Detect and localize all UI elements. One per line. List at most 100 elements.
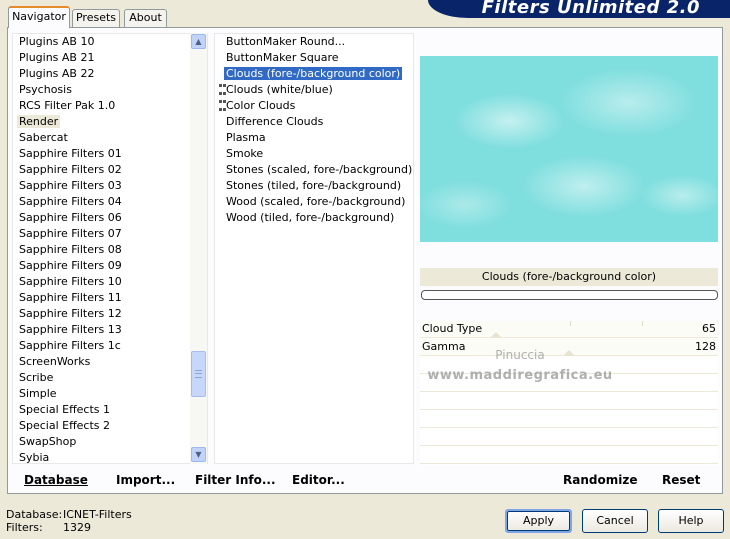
filter-item[interactable]: ButtonMaker Round...: [215, 34, 413, 50]
filter-item[interactable]: Wood (scaled, fore-/background): [215, 194, 413, 210]
category-item[interactable]: Sapphire Filters 12: [13, 306, 191, 322]
tab-navigator[interactable]: Navigator: [8, 6, 70, 28]
filters-count-value: 1329: [63, 521, 91, 534]
database-label: Database:: [6, 508, 63, 521]
randomize-button[interactable]: Randomize: [563, 472, 637, 488]
param-name: Cloud Type: [422, 322, 483, 335]
filter-item[interactable]: Stones (scaled, fore-/background): [215, 162, 413, 178]
filter-item-label: ButtonMaker Square: [226, 51, 339, 64]
filter-item-label: Smoke: [226, 147, 264, 160]
category-item[interactable]: Sapphire Filters 03: [13, 178, 191, 194]
category-item-label: Plugins AB 10: [19, 35, 95, 48]
param-value: 128: [695, 340, 716, 353]
category-item-label: Simple: [19, 387, 57, 400]
param-row-cloud-type[interactable]: Cloud Type 65: [420, 321, 718, 338]
filter-item[interactable]: Clouds (white/blue): [215, 82, 413, 98]
category-item[interactable]: Sapphire Filters 07: [13, 226, 191, 242]
category-scrollbar[interactable]: ▲ ▼: [190, 33, 207, 464]
category-item[interactable]: Sapphire Filters 13: [13, 322, 191, 338]
drag-handle-icon: [219, 84, 223, 95]
filter-item-label: Clouds (fore-/background color): [224, 67, 403, 80]
database-button[interactable]: Database: [24, 472, 88, 488]
category-item[interactable]: Sapphire Filters 11: [13, 290, 191, 306]
category-list[interactable]: Plugins AB 10 Plugins AB 21 Plugins AB 22 P…: [12, 33, 208, 464]
category-item[interactable]: Special Effects 1: [13, 402, 191, 418]
category-item[interactable]: Simple: [13, 386, 191, 402]
apply-button[interactable]: Apply: [505, 509, 572, 533]
category-item-label: Plugins AB 22: [19, 67, 95, 80]
import-button[interactable]: Import...: [116, 472, 175, 488]
cancel-button[interactable]: Cancel: [582, 509, 648, 533]
category-item[interactable]: Sapphire Filters 04: [13, 194, 191, 210]
category-item-label: ScreenWorks: [19, 355, 91, 368]
scroll-up-button[interactable]: ▲: [191, 34, 206, 49]
category-item[interactable]: Render: [13, 114, 191, 130]
filter-item-label: Clouds (white/blue): [226, 83, 333, 96]
scroll-down-button[interactable]: ▼: [191, 447, 206, 462]
filter-item-label: ButtonMaker Round...: [226, 35, 346, 48]
filter-item[interactable]: Color Clouds: [215, 98, 413, 114]
category-item-label: Plugins AB 21: [19, 51, 95, 64]
category-item-label: Render: [17, 115, 61, 128]
param-row-empty: [420, 447, 718, 464]
category-item[interactable]: Scribe: [13, 370, 191, 386]
filter-item[interactable]: Wood (tiled, fore-/background): [215, 210, 413, 226]
category-item[interactable]: Psychosis: [13, 82, 191, 98]
category-item-label: Sapphire Filters 1c: [19, 339, 121, 352]
category-item[interactable]: Sapphire Filters 06: [13, 210, 191, 226]
reset-button[interactable]: Reset: [662, 472, 700, 488]
filter-item[interactable]: Plasma: [215, 130, 413, 146]
category-item[interactable]: Sapphire Filters 09: [13, 258, 191, 274]
category-item[interactable]: Sabercat: [13, 130, 191, 146]
category-item[interactable]: Sapphire Filters 01: [13, 146, 191, 162]
category-item-label: Sapphire Filters 08: [19, 243, 122, 256]
filter-list[interactable]: ButtonMaker Round... ButtonMaker Square Cl…: [214, 33, 414, 464]
category-item-label: Special Effects 1: [19, 403, 111, 416]
category-item[interactable]: Sapphire Filters 08: [13, 242, 191, 258]
filter-item[interactable]: ButtonMaker Square: [215, 50, 413, 66]
help-button[interactable]: Help: [658, 509, 724, 533]
category-item[interactable]: Sapphire Filters 1c: [13, 338, 191, 354]
param-row-empty: [420, 393, 718, 410]
filter-item[interactable]: Difference Clouds: [215, 114, 413, 130]
filter-item-label: Wood (tiled, fore-/background): [226, 211, 395, 224]
progress-bar: [421, 290, 718, 300]
filter-item[interactable]: Smoke: [215, 146, 413, 162]
category-item-label: Sapphire Filters 06: [19, 211, 122, 224]
category-item[interactable]: Sapphire Filters 02: [13, 162, 191, 178]
drag-handle-icon: [219, 100, 223, 111]
watermark-url: www.maddiregrafica.eu: [427, 368, 613, 383]
category-item[interactable]: Sybia: [13, 450, 191, 464]
param-row-empty: [420, 411, 718, 428]
database-value: ICNET-Filters: [63, 508, 132, 521]
filter-info-button[interactable]: Filter Info...: [195, 472, 276, 488]
category-item[interactable]: Plugins AB 21: [13, 50, 191, 66]
category-item-label: RCS Filter Pak 1.0: [19, 99, 116, 112]
grip-icon: [195, 370, 202, 378]
category-item[interactable]: Sapphire Filters 10: [13, 274, 191, 290]
category-item-label: Sapphire Filters 13: [19, 323, 122, 336]
category-item[interactable]: SwapShop: [13, 434, 191, 450]
category-item-label: Sapphire Filters 12: [19, 307, 122, 320]
category-items: Plugins AB 10 Plugins AB 21 Plugins AB 22 P…: [13, 34, 191, 464]
category-item-label: Sapphire Filters 01: [19, 147, 122, 160]
category-item[interactable]: RCS Filter Pak 1.0: [13, 98, 191, 114]
filter-item[interactable]: Clouds (fore-/background color): [215, 66, 413, 82]
scroll-thumb[interactable]: [191, 351, 206, 397]
editor-button[interactable]: Editor...: [292, 472, 345, 488]
category-item[interactable]: Special Effects 2: [13, 418, 191, 434]
chevron-down-icon: ▼: [195, 450, 202, 459]
category-item-label: Sybia: [19, 451, 50, 464]
param-value: 65: [702, 322, 716, 335]
tab-about[interactable]: About: [124, 9, 167, 27]
filter-item-label: Stones (scaled, fore-/background): [226, 163, 413, 176]
slider-tick: [642, 321, 643, 326]
tab-presets[interactable]: Presets: [72, 9, 120, 27]
category-item-label: Sapphire Filters 02: [19, 163, 122, 176]
category-item-label: Sapphire Filters 04: [19, 195, 122, 208]
filter-item[interactable]: Stones (tiled, fore-/background): [215, 178, 413, 194]
category-item[interactable]: Plugins AB 10: [13, 34, 191, 50]
category-item[interactable]: Plugins AB 22: [13, 66, 191, 82]
title-banner: Filters Unlimited 2.0: [428, 0, 730, 18]
category-item[interactable]: ScreenWorks: [13, 354, 191, 370]
